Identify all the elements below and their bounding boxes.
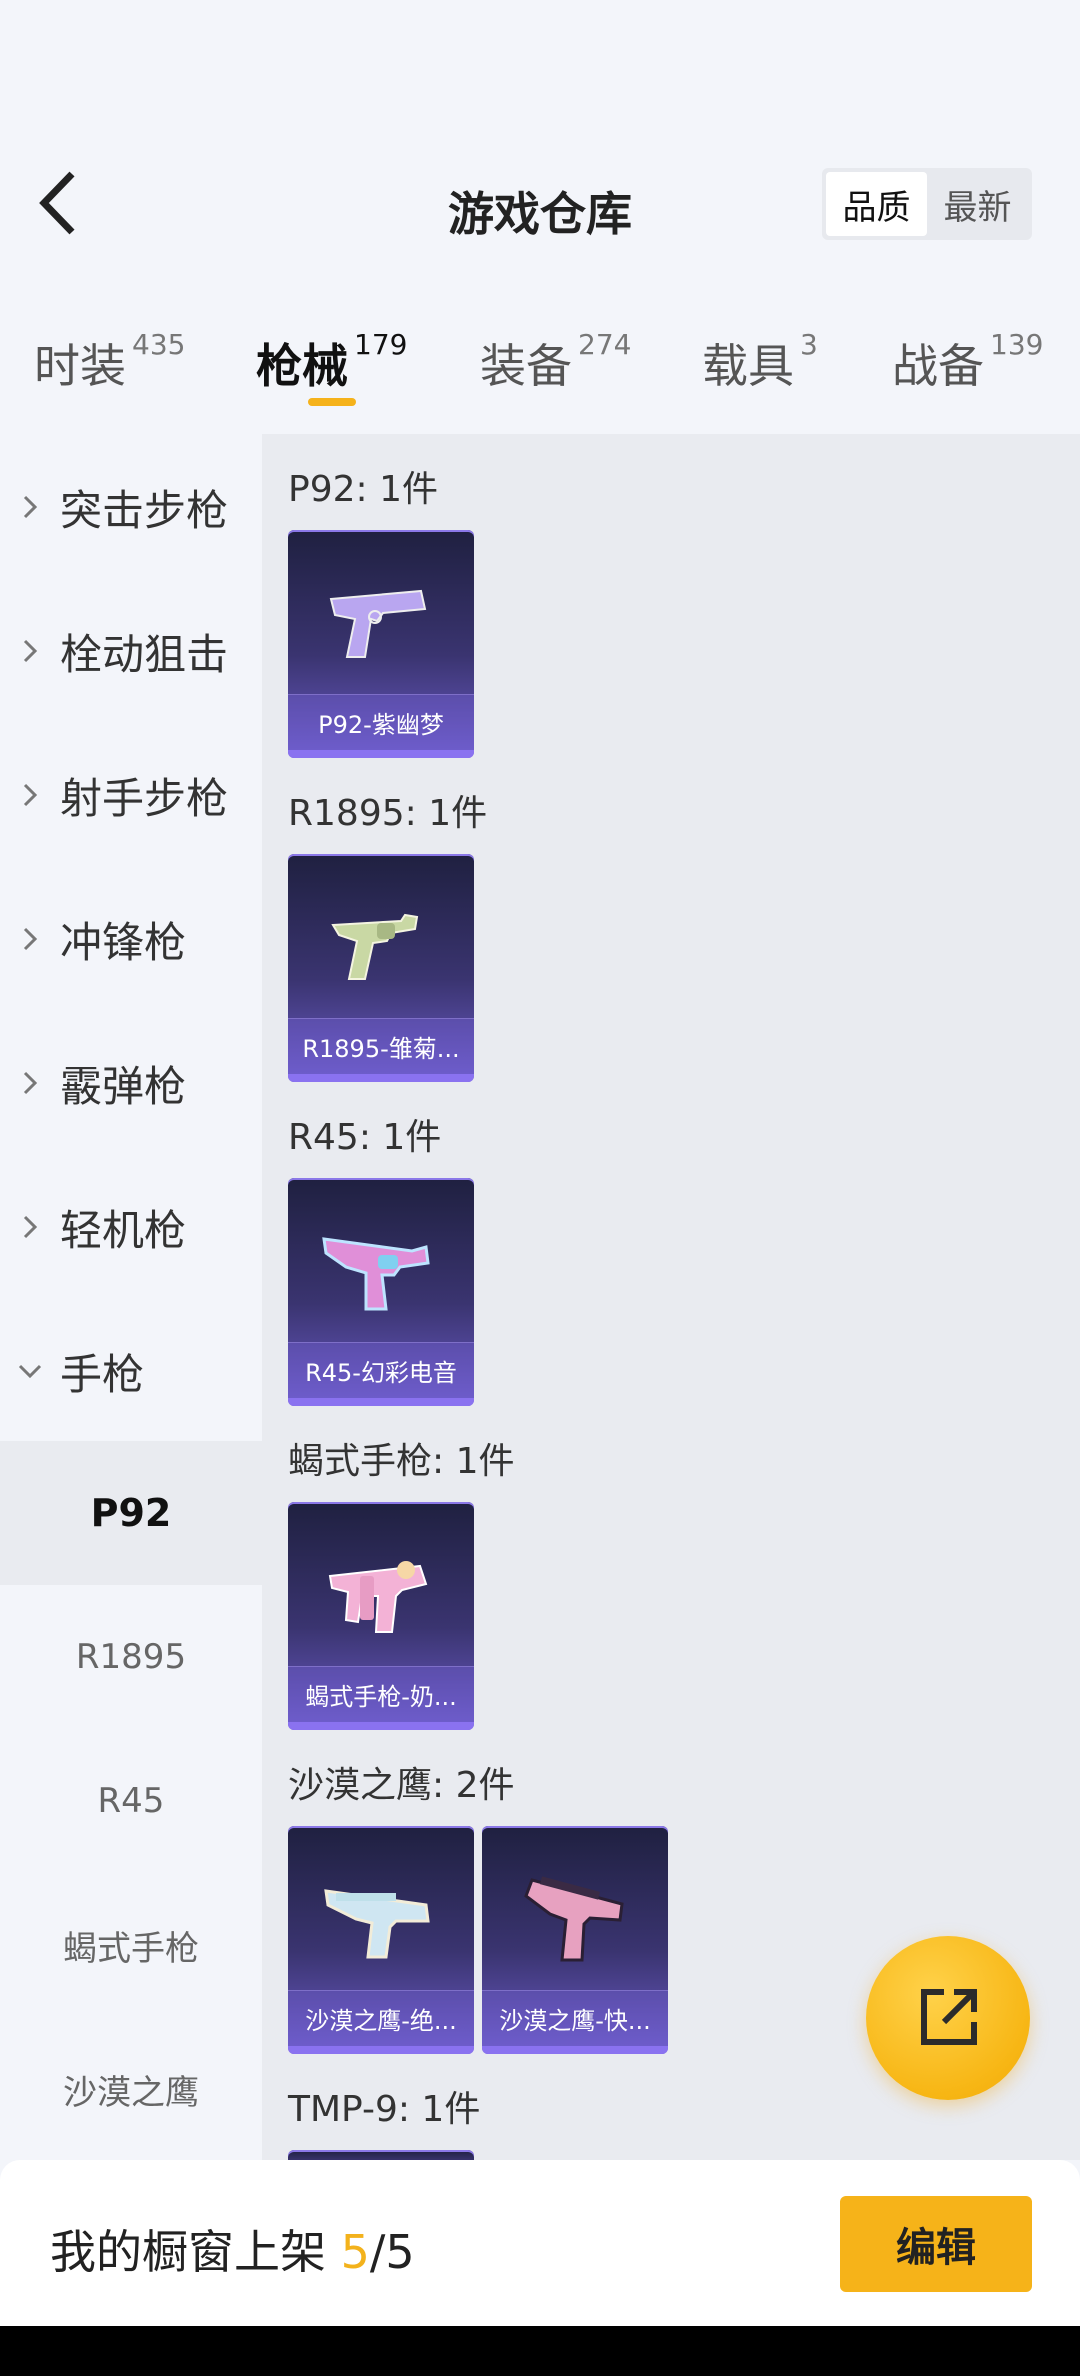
item-grid: P92: 1件 P92-紫幽梦 R1895: 1件 R1895-雏菊... R4… xyxy=(262,434,1080,2160)
edit-button[interactable]: 编辑 xyxy=(840,2196,1032,2292)
revolver-icon xyxy=(288,868,474,1018)
tab-vehicles[interactable]: 载具 3 xyxy=(702,328,818,396)
tab-count: 139 xyxy=(990,328,1044,361)
deagle-pink-icon xyxy=(482,1840,668,1990)
sidebar-subitem-r1895[interactable]: R1895 xyxy=(0,1585,262,1729)
group-title: 蝎式手枪: 1件 xyxy=(288,1441,515,1482)
group-title: R45: 1件 xyxy=(288,1117,442,1158)
revolver-pink-icon xyxy=(288,1192,474,1342)
sidebar-item-label: 手枪 xyxy=(60,1349,145,1399)
tab-label: 时装 xyxy=(34,339,126,393)
sidebar-item-label: 突击步枪 xyxy=(60,485,229,535)
item-name: R1895-雏菊... xyxy=(288,1018,474,1074)
sidebar-item-label: 射手步枪 xyxy=(60,773,229,823)
item-card[interactable]: R1895-雏菊... xyxy=(288,854,474,1082)
group-title: R1895: 1件 xyxy=(288,793,488,834)
item-card[interactable]: 沙漠之鹰-快... xyxy=(482,1826,668,2054)
system-nav-bar xyxy=(0,2326,1080,2376)
smg-pistol-icon xyxy=(288,1516,474,1666)
sidebar-subitem-p92[interactable]: P92 xyxy=(0,1441,262,1585)
chevron-right-icon xyxy=(0,782,60,808)
tab-count: 179 xyxy=(354,328,408,361)
sort-quality-button[interactable]: 品质 xyxy=(826,172,927,236)
item-name: R45-幻彩电音 xyxy=(288,1342,474,1398)
tab-count: 274 xyxy=(578,328,632,361)
sidebar-subitem-desert-eagle[interactable]: 沙漠之鹰 xyxy=(0,2017,262,2160)
item-name: 沙漠之鹰-绝... xyxy=(288,1990,474,2046)
tab-label: 装备 xyxy=(480,339,572,393)
chevron-right-icon xyxy=(0,926,60,952)
chevron-right-icon xyxy=(0,1070,60,1096)
group-title: 沙漠之鹰: 2件 xyxy=(288,1765,515,1806)
tab-label: 战备 xyxy=(892,339,984,393)
showcase-label: 我的橱窗上架 xyxy=(50,2225,341,2279)
weapon-category-sidebar: 突击步枪 栓动狙击 射手步枪 冲锋枪 霰弹枪 轻机枪 手枪 P92 R1895 … xyxy=(0,434,262,2160)
sidebar-item-label: 栓动狙击 xyxy=(60,629,229,679)
sort-toggle: 品质 最新 xyxy=(822,168,1032,240)
item-card[interactable]: P92-紫幽梦 xyxy=(288,530,474,758)
sort-newest-button[interactable]: 最新 xyxy=(927,172,1028,236)
group-title: P92: 1件 xyxy=(288,469,438,510)
sidebar-subitem-scorpion[interactable]: 蝎式手枪 xyxy=(0,1873,262,2017)
tab-costume[interactable]: 时装 435 xyxy=(34,328,186,396)
chevron-right-icon xyxy=(0,494,60,520)
share-button[interactable] xyxy=(866,1936,1030,2100)
tab-count: 435 xyxy=(132,328,186,361)
item-card[interactable]: 沙漠之鹰-绝... xyxy=(288,1826,474,2054)
pistol-purple-icon xyxy=(288,544,474,694)
sidebar-item-bolt-sniper[interactable]: 栓动狙击 xyxy=(0,603,262,699)
active-tab-indicator xyxy=(308,398,356,406)
showcase-total-count: /5 xyxy=(369,2225,415,2279)
deagle-icon xyxy=(288,1840,474,1990)
sidebar-item-shotgun[interactable]: 霰弹枪 xyxy=(0,1035,262,1131)
sidebar-item-label: 霰弹枪 xyxy=(60,1061,187,1111)
category-tabs: 时装 435 枪械 179 装备 274 载具 3 战备 139 xyxy=(0,320,1080,420)
item-name: 沙漠之鹰-快... xyxy=(482,1990,668,2046)
item-card[interactable]: R45-幻彩电音 xyxy=(288,1178,474,1406)
sidebar-item-label: 冲锋枪 xyxy=(60,917,187,967)
share-icon xyxy=(921,1989,977,2045)
item-card[interactable] xyxy=(288,2150,474,2160)
showcase-current-count: 5 xyxy=(340,2225,370,2279)
item-card[interactable]: 蝎式手枪-奶... xyxy=(288,1502,474,1730)
sidebar-item-label: 轻机枪 xyxy=(60,1205,187,1255)
tab-equipment[interactable]: 装备 274 xyxy=(480,328,632,396)
chevron-right-icon xyxy=(0,1214,60,1240)
item-name: P92-紫幽梦 xyxy=(288,694,474,750)
sidebar-item-lmg[interactable]: 轻机枪 xyxy=(0,1179,262,1275)
header: 游戏仓库 品质 最新 xyxy=(0,0,1080,270)
sidebar-item-assault-rifle[interactable]: 突击步枪 xyxy=(0,459,262,555)
chevron-down-icon xyxy=(0,1363,60,1379)
chevron-right-icon xyxy=(0,638,60,664)
tab-count: 3 xyxy=(800,328,818,361)
tab-firearms[interactable]: 枪械 179 xyxy=(256,328,408,396)
sidebar-item-smg[interactable]: 冲锋枪 xyxy=(0,891,262,987)
sidebar-item-pistol[interactable]: 手枪 xyxy=(0,1323,262,1419)
item-name: 蝎式手枪-奶... xyxy=(288,1666,474,1722)
sidebar-subitem-r45[interactable]: R45 xyxy=(0,1729,262,1873)
tab-supplies[interactable]: 战备 139 xyxy=(892,328,1044,396)
tab-label: 枪械 xyxy=(256,339,348,393)
showcase-status: 我的橱窗上架 5/5 xyxy=(50,2216,415,2282)
showcase-bar: 我的橱窗上架 5/5 编辑 xyxy=(0,2160,1080,2326)
tab-label: 载具 xyxy=(702,339,794,393)
group-title: TMP-9: 1件 xyxy=(288,2089,481,2130)
sidebar-item-marksman-rifle[interactable]: 射手步枪 xyxy=(0,747,262,843)
